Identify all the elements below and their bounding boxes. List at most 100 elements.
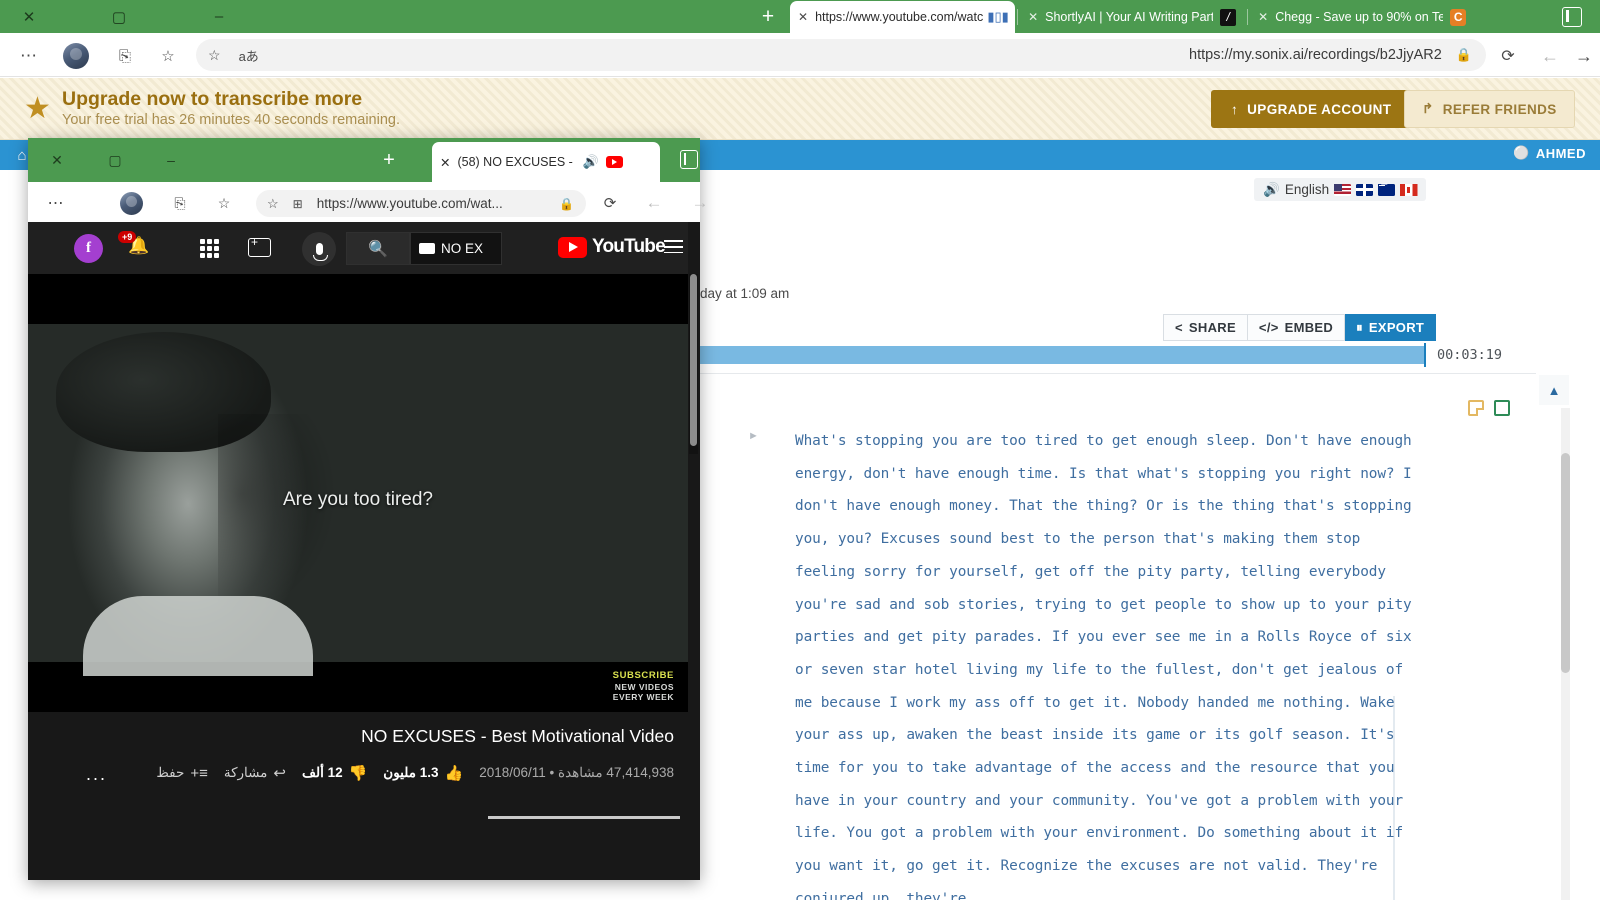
profile-avatar[interactable]: f [74, 234, 103, 263]
youtube-scrollbar[interactable] [689, 274, 698, 454]
close-icon[interactable]: ✕ [1028, 10, 1038, 24]
video-title: NO EXCUSES - Best Motivational Video [361, 726, 674, 746]
close-icon[interactable]: ✕ [440, 155, 450, 170]
back-button[interactable]: ← [1537, 43, 1563, 69]
scroll-to-top-button[interactable]: ▲ [1539, 375, 1569, 405]
tab-youtube[interactable]: ✕ https://www.youtube.com/watch ▮▯▮ [790, 1, 1016, 33]
popup-back-button[interactable]: ← [642, 191, 666, 215]
timeline-duration: 00:03:19 [1437, 347, 1503, 363]
tab-strip: ✕ https://www.youtube.com/watch ▮▯▮ ✕ Sh… [790, 0, 1475, 33]
tab-label: ShortlyAI | Your AI Writing Partne [1045, 10, 1214, 24]
dislike-count: 12 ألف [301, 765, 343, 780]
popup-forward-button[interactable]: → [688, 191, 712, 215]
window-maximize-button[interactable]: ▢ [96, 0, 142, 33]
apps-grid-icon[interactable] [200, 239, 219, 258]
apps-grid-icon[interactable]: ⊞ [293, 197, 303, 211]
transcript-text[interactable]: What's stopping you are too tired to get… [795, 425, 1423, 900]
download-icon: ⏸ [1356, 319, 1363, 335]
keyboard-icon[interactable] [419, 243, 435, 254]
banner-subtitle: Your free trial has 26 minutes 40 second… [62, 112, 400, 128]
user-name-label: AHMED [1535, 145, 1586, 161]
add-favorite-icon[interactable]: ☆ [208, 47, 221, 64]
like-button[interactable]: 👍 1.3 مليون [383, 764, 463, 782]
video-stats-row: 47,414,938 مشاهدة • 2018/06/11 👍 1.3 ملي… [42, 764, 674, 783]
star-icon: ★ [24, 92, 51, 125]
close-icon[interactable]: ✕ [798, 10, 808, 24]
page-scrollbar[interactable] [1561, 408, 1570, 900]
refer-friends-button[interactable]: ↱ REFER FRIENDS [1404, 90, 1575, 128]
add-favorite-icon[interactable]: ☆ [267, 196, 279, 212]
upgrade-account-button[interactable]: ↑ UPGRADE ACCOUNT [1211, 90, 1412, 128]
popup-close-button[interactable]: ✕ [36, 138, 78, 182]
popup-address-bar[interactable]: ☆ ⊞ https://www.youtube.com/wat... 🔒 [256, 190, 586, 217]
speaker-icon[interactable]: 🔊 [582, 154, 598, 170]
popup-maximize-button[interactable]: ▢ [94, 138, 136, 182]
tab-shortlyai[interactable]: ✕ ShortlyAI | Your AI Writing Partne / [1020, 1, 1245, 33]
user-menu[interactable]: ⚪ AHMED [1513, 145, 1586, 161]
new-tab-button[interactable]: + [748, 4, 788, 30]
more-actions-icon[interactable]: ... [86, 764, 107, 785]
action-button-group: < SHARE </> EMBED ⏸ EXPORT [1163, 314, 1437, 341]
dislike-button[interactable]: 👎 12 ألف [302, 764, 367, 782]
popup-more-options-icon[interactable]: ⋯ [44, 191, 68, 215]
popup-new-tab-button[interactable]: + [376, 148, 402, 172]
scrollbar-thumb[interactable] [1561, 453, 1570, 673]
share-button[interactable]: < SHARE [1163, 314, 1248, 341]
address-bar[interactable]: ☆ aあ https://my.sonix.ai/recordings/b2Jj… [196, 39, 1486, 71]
shortlyai-icon: / [1220, 8, 1237, 26]
tab-actions-icon[interactable] [1562, 7, 1582, 27]
watermark-line-1: SUBSCRIBE [612, 669, 674, 681]
share-arrow-icon: ↱ [1422, 101, 1434, 116]
audio-timeline[interactable] [690, 346, 1425, 364]
like-count: 1.3 مليون [383, 765, 439, 780]
tab-chegg[interactable]: ✕ Chegg - Save up to 90% on Textb C [1250, 1, 1475, 33]
forward-button[interactable]: → [1571, 43, 1597, 69]
embed-button[interactable]: </> EMBED [1247, 314, 1346, 341]
video-meta: NO EXCUSES - Best Motivational Video 47,… [28, 712, 688, 880]
share-button[interactable]: ↩ مشاركة [224, 764, 286, 782]
collections-icon[interactable]: ⎘ [112, 43, 138, 69]
audio-playing-icon[interactable]: ▮▯▮ [987, 9, 1008, 25]
create-video-icon[interactable] [248, 235, 271, 257]
export-button[interactable]: ⏸ EXPORT [1345, 314, 1437, 341]
voice-search-icon[interactable] [302, 232, 336, 266]
popup-minimize-button[interactable]: – [150, 138, 192, 182]
popup-tab-actions-icon[interactable] [680, 150, 698, 169]
youtube-logo[interactable]: YouTube [558, 236, 666, 258]
read-aloud-icon[interactable]: aあ [239, 46, 259, 65]
menu-icon[interactable] [664, 240, 683, 254]
close-icon[interactable]: ✕ [1258, 10, 1268, 24]
save-button[interactable]: ≡+ حفظ [156, 765, 208, 782]
search-input-value: NO EX [441, 241, 484, 256]
play-paragraph-icon[interactable]: ► [748, 430, 759, 442]
window-minimize-button[interactable]: – [196, 0, 242, 33]
notifications-icon[interactable]: 🔔 +9 [118, 231, 149, 256]
popup-avatar[interactable] [120, 192, 143, 215]
timeline-playhead[interactable] [1424, 343, 1426, 367]
note-icon[interactable] [1468, 400, 1484, 416]
popup-collections-icon[interactable]: ⎘ [168, 191, 192, 215]
scrollbar-thumb[interactable] [690, 274, 697, 446]
popup-favorites-icon[interactable]: ☆ [212, 191, 236, 215]
youtube-icon [605, 156, 623, 168]
reload-button[interactable]: ⟳ [1495, 43, 1521, 69]
tab-divider [1017, 8, 1019, 25]
avatar[interactable] [63, 43, 89, 69]
language-label: English [1284, 182, 1330, 197]
search-button[interactable]: 🔍 [346, 232, 410, 265]
add-to-playlist-icon: ≡+ [190, 764, 208, 782]
tab-label: https://www.youtube.com/watch [815, 10, 984, 24]
video-progress-bar[interactable] [488, 816, 680, 819]
flag-ca-icon [1400, 183, 1418, 196]
popup-reload-button[interactable]: ⟳ [598, 191, 622, 215]
popup-address-url: https://www.youtube.com/wat... [316, 196, 503, 211]
more-options-icon[interactable]: ⋯ [16, 43, 42, 69]
video-player[interactable]: Are you too tired? SUBSCRIBE NEW VIDEOS … [28, 274, 688, 712]
lock-icon: 🔒 [559, 196, 574, 211]
favorites-icon[interactable]: ☆ [155, 43, 181, 69]
search-input[interactable]: NO EX [410, 232, 502, 265]
window-close-button[interactable]: ✕ [6, 0, 52, 33]
popup-tab-youtube[interactable]: ✕ (58) NO EXCUSES - Best Mo 🔊 [432, 142, 660, 182]
highlight-icon[interactable] [1494, 400, 1510, 416]
language-selector[interactable]: 🔊 English [1254, 178, 1427, 201]
